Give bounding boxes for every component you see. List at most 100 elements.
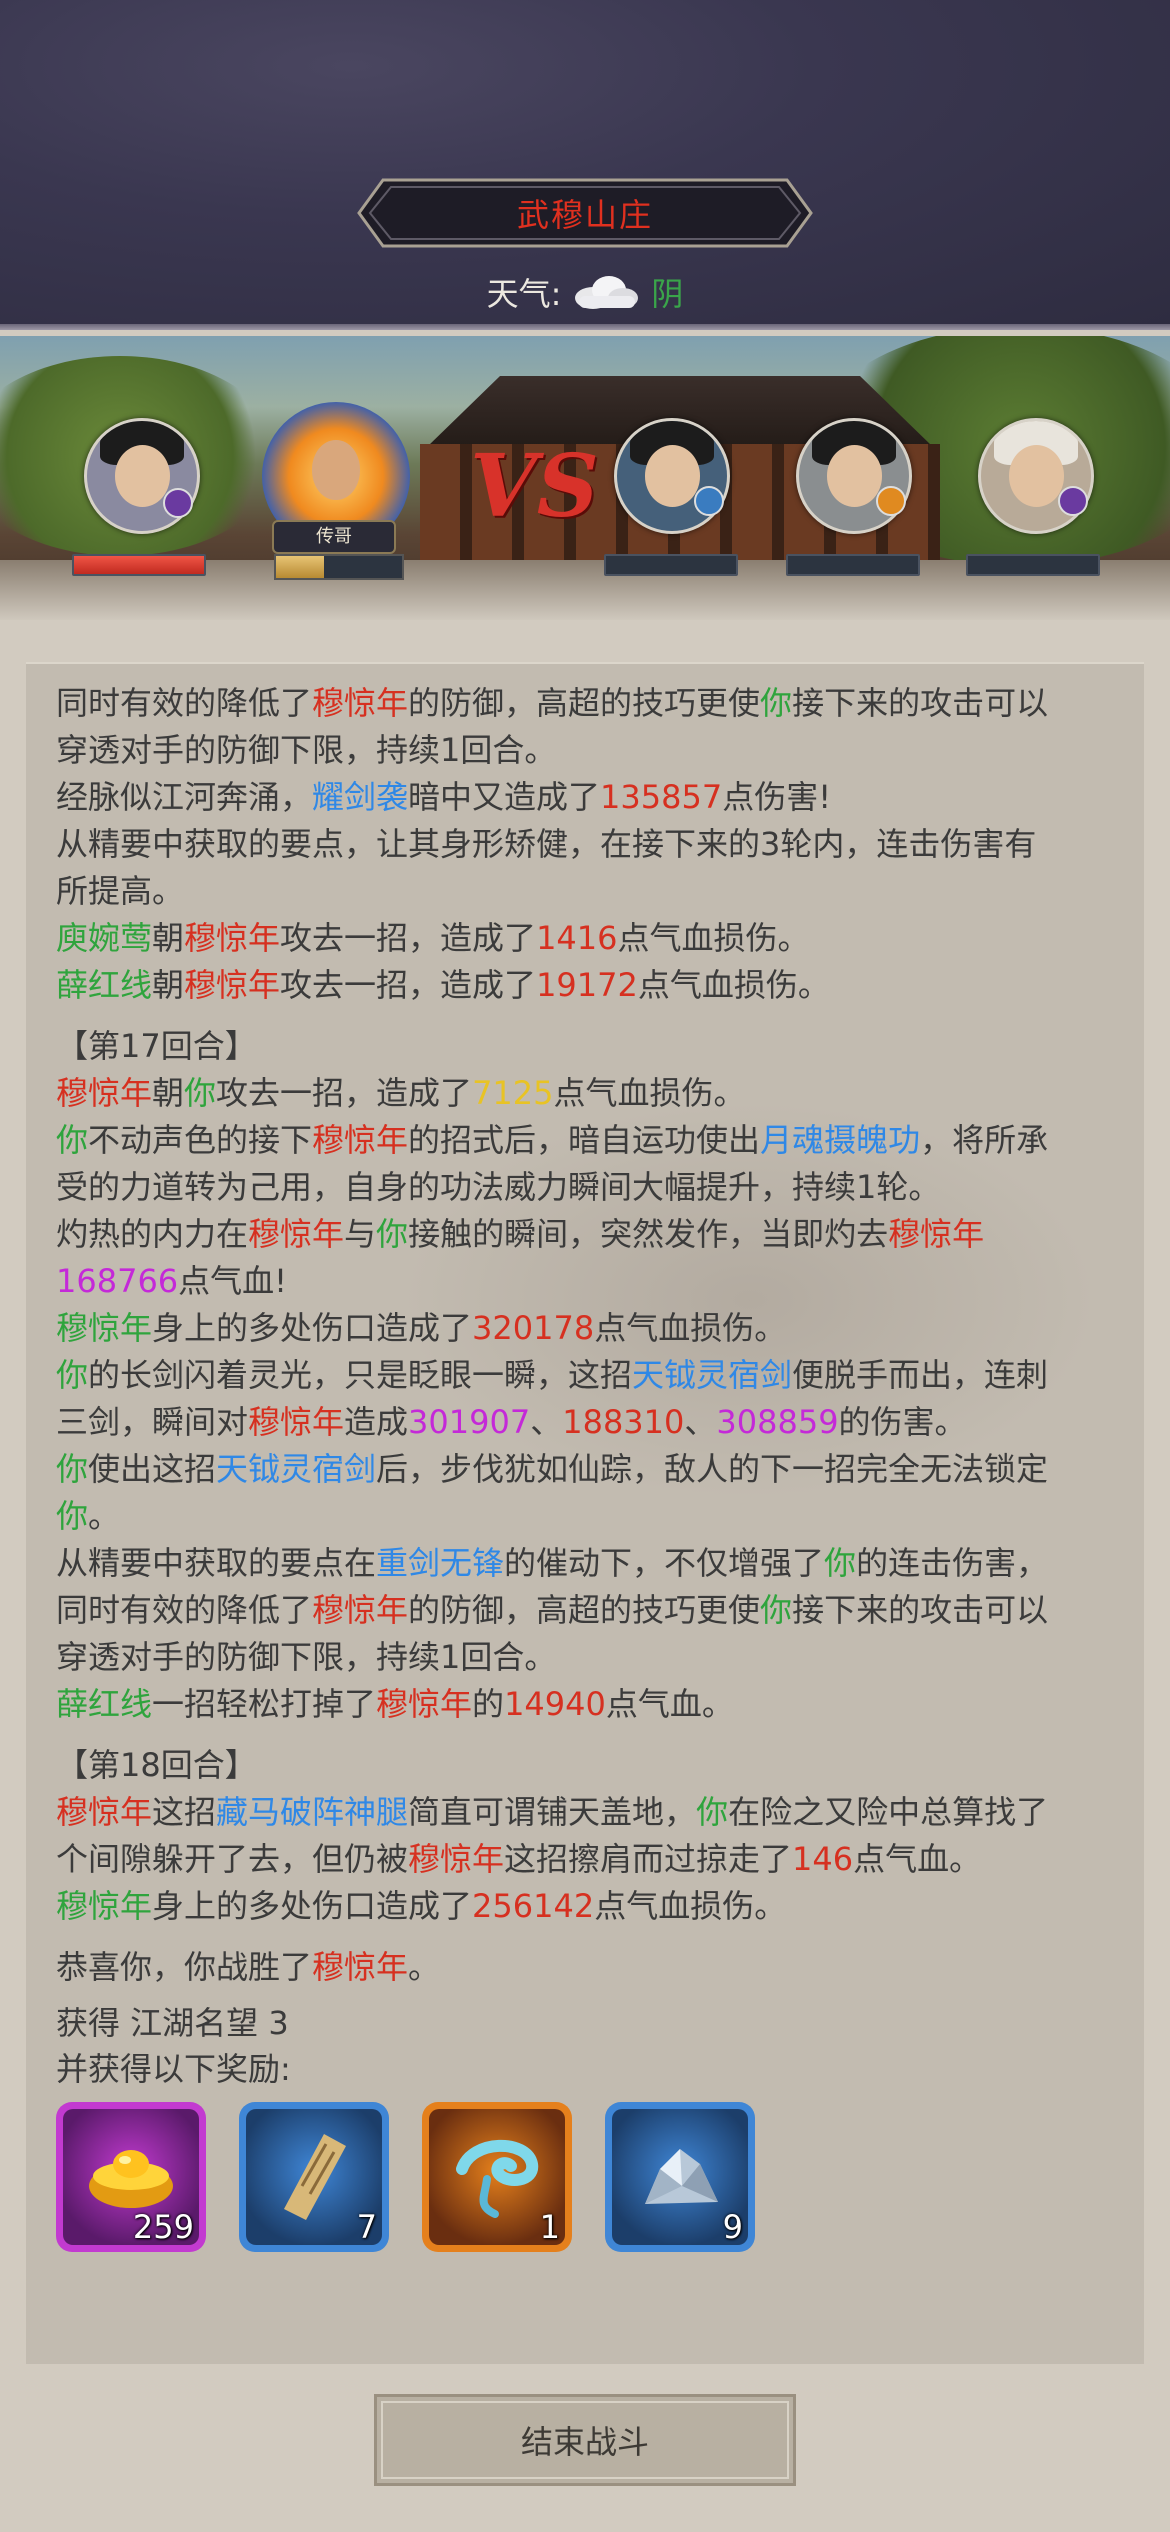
log-text: 点气血损伤。 [617,919,810,957]
log-text: 简直可谓铺天盖地， [408,1793,697,1831]
log-text: 月魂摄魄功 [760,1121,921,1159]
log-text: 穆惊年 [376,1685,473,1723]
log-text: 穆惊年 [888,1215,985,1253]
log-text: 穆惊年 [248,1403,345,1441]
log-text: 攻去一招，造成了 [216,1074,473,1112]
ally-hp-bar [72,554,206,576]
log-text: 这招 [152,1793,217,1831]
log-text: 穆惊年 [312,1121,409,1159]
log-text: 穆惊年 [312,684,409,722]
reward-item[interactable]: 1 [422,2102,572,2252]
enemy-portrait-2[interactable] [796,418,912,534]
log-line: 穆惊年身上的多处伤口造成了256142点气血损伤。 [56,1883,1116,1930]
log-text: 身上的多处伤口造成了 [152,1309,473,1347]
reward-item-quantity: 1 [539,2208,560,2246]
log-text: 穿透对手的防御下限，持续1回合。 [56,1638,557,1676]
log-line: 穆惊年身上的多处伤口造成了320178点气血损伤。 [56,1305,1116,1352]
location-header: 武穆山庄 天气: 阴 [0,0,1170,330]
log-text: 308859 [716,1403,839,1441]
battle-scene: 传哥 VS [0,336,1170,620]
log-text: 穿透对手的防御下限，持续1回合。 [56,731,557,769]
weather-row: 天气: 阴 [0,268,1170,316]
log-text: 穆惊年 [408,1840,505,1878]
log-text: 接下来的攻击可以 [792,684,1049,722]
log-text: 点气血。 [853,1840,982,1878]
log-line: 你使出这招天钺灵宿剑后，步伐犹如仙踪，敌人的下一招完全无法锁定 [56,1446,1116,1493]
log-text: 你 [696,1793,729,1831]
reward-item[interactable]: 259 [56,2102,206,2252]
log-text: 使出这招 [88,1450,217,1488]
log-line: 穿透对手的防御下限，持续1回合。 [56,727,1116,774]
enemy-hp-bar-2 [786,554,920,576]
log-text: 188310 [562,1403,685,1441]
log-line: 穿透对手的防御下限，持续1回合。 [56,1634,1116,1681]
log-text: 穆惊年 [56,1309,153,1347]
log-line: 薛红线朝穆惊年攻去一招，造成了19172点气血损伤。 [56,962,1116,1009]
log-text: 你 [760,684,793,722]
log-text: 你 [56,1356,89,1394]
reward-item[interactable]: 9 [605,2102,755,2252]
weather-label: 天气: [486,275,562,313]
reward-item[interactable]: 7 [239,2102,389,2252]
log-text: 的伤害。 [838,1403,967,1441]
log-text: 你 [376,1215,409,1253]
enemy-hp-bar-1 [604,554,738,576]
log-text: 天钺灵宿剑 [216,1450,377,1488]
end-battle-button[interactable]: 结束战斗 [374,2394,796,2486]
enemy-hp-bar-3 [966,554,1100,576]
log-text: 攻去一招，造成了 [280,966,537,1004]
location-title-plate: 武穆山庄 [355,176,815,250]
log-text: 一招轻松打掉了 [152,1685,377,1723]
log-text: 的招式后，暗自运功使出 [408,1121,761,1159]
fame-reward-text: 获得 江湖名望 3 [56,2004,289,2042]
enemy-portrait-3[interactable] [978,418,1094,534]
location-name: 武穆山庄 [516,196,653,234]
log-line: 薛红线一招轻松打掉了穆惊年的14940点气血。 [56,1681,1116,1728]
reward-item-quantity: 7 [356,2208,377,2246]
log-text: 从精要中获取的要点，让其身形矫健，在接下来的3轮内，连击伤害有 [56,825,1037,863]
log-text: 造成 [344,1403,409,1441]
log-line: 所提高。 [56,868,1116,915]
log-text: 的防御，高超的技巧更使 [408,684,761,722]
log-text: 恭喜你，你战胜了 [56,1948,313,1986]
log-line: 三剑，瞬间对穆惊年造成301907、188310、308859的伤害。 [56,1399,1116,1446]
log-line: 受的力道转为己用，自身的功法威力瞬间大幅提升，持续1轮。 [56,1164,1116,1211]
log-text: 朝 [152,919,185,957]
portrait-face [644,445,700,507]
log-text: 你 [760,1591,793,1629]
log-line: 【第17回合】 [56,1023,1116,1070]
log-line: 你不动声色的接下穆惊年的招式后，暗自运功使出月魂摄魄功，将所承 [56,1117,1116,1164]
log-text: 穆惊年 [56,1887,153,1925]
log-text: 不动声色的接下 [88,1121,313,1159]
log-text: 同时有效的降低了 [56,1591,313,1629]
log-text: 【第18回合】 [56,1746,257,1784]
log-line: 168766点气血! [56,1258,1116,1305]
hero-energy-bar [274,554,404,580]
log-text: 薛红线 [56,1685,153,1723]
log-text: 点伤害! [722,778,832,816]
log-text: 暗中又造成了 [408,778,601,816]
enemy-portrait-1[interactable] [614,418,730,534]
log-text: 的防御，高超的技巧更使 [408,1591,761,1629]
log-text: 朝 [152,1074,185,1112]
log-text: 256142 [472,1887,595,1925]
log-text: 薛红线 [56,966,153,1004]
log-line: 同时有效的降低了穆惊年的防御，高超的技巧更使你接下来的攻击可以 [56,680,1116,727]
weather-value: 阴 [651,275,684,313]
log-text: 你 [56,1450,89,1488]
vs-emblem: VS [470,436,599,537]
log-text: 天钺灵宿剑 [632,1356,793,1394]
log-line: 从精要中获取的要点在重剑无锋的催动下，不仅增强了你的连击伤害， [56,1540,1116,1587]
log-line: 经脉似江河奔涌，耀剑袭暗中又造成了135857点伤害! [56,774,1116,821]
log-text: 你 [184,1074,217,1112]
log-text: 点气血。 [605,1685,734,1723]
log-text: 穆惊年 [312,1591,409,1629]
log-text: 从精要中获取的要点在 [56,1544,377,1582]
log-text: 穆惊年 [184,966,281,1004]
log-text: 身上的多处伤口造成了 [152,1887,473,1925]
log-text: 三剑，瞬间对 [56,1403,249,1441]
enemy-sect-badge-icon [876,486,906,516]
log-text: 攻去一招，造成了 [280,919,537,957]
reward-intro-text: 并获得以下奖励: [56,2050,291,2088]
log-text: 朝 [152,966,185,1004]
